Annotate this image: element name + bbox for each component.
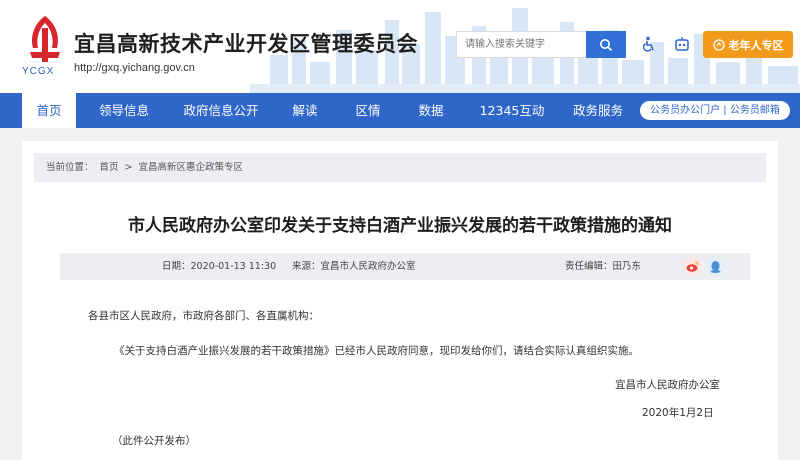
qq-icon — [710, 261, 721, 273]
main-nav: 首页 领导信息 政府信息公开 解读 区情 数据 12345互动 政务服务 公务员… — [0, 93, 800, 128]
nav-item-gov-info[interactable]: 政府信息公开 — [176, 93, 266, 128]
nav-item-interpretation[interactable]: 解读 — [284, 93, 326, 128]
accessibility-button[interactable] — [638, 33, 660, 55]
article-panel: 当前位置： 首页 > 宜昌高新区惠企政策专区 市人民政府办公室印发关于支持白酒产业振兴… — [22, 141, 778, 460]
search-input[interactable] — [456, 31, 586, 58]
meta-date: 日期：2020-01-13 11:30 — [162, 253, 276, 280]
elder-zone-button[interactable]: 老年人专区 — [703, 31, 793, 58]
breadcrumb-home[interactable]: 首页 — [100, 162, 119, 173]
weibo-share-button[interactable] — [683, 257, 702, 276]
qq-share-button[interactable] — [706, 257, 725, 276]
breadcrumb-label: 当前位置： — [46, 162, 94, 173]
robot-icon — [675, 37, 689, 51]
elder-zone-label: 老年人专区 — [728, 38, 784, 52]
nav-item-12345[interactable]: 12345互动 — [474, 93, 550, 128]
breadcrumb: 当前位置： 首页 > 宜昌高新区惠企政策专区 — [34, 153, 766, 182]
weibo-icon — [686, 261, 699, 272]
publish-note: （此件公开发布） — [112, 435, 196, 447]
meta-source: 来源：宜昌市人民政府办公室 — [292, 253, 416, 280]
breadcrumb-current[interactable]: 宜昌高新区惠企政策专区 — [139, 162, 244, 173]
editor-value: 田乃东 — [612, 261, 642, 272]
date-value: 2020-01-13 11:30 — [190, 261, 277, 272]
nav-item-district[interactable]: 区情 — [347, 93, 389, 128]
sign-date: 2020年1月2日 — [642, 407, 714, 419]
robot-assistant-button[interactable] — [671, 33, 693, 55]
search-icon — [600, 38, 613, 51]
accessibility-icon — [642, 36, 654, 52]
date-label: 日期： — [162, 261, 191, 272]
meta-editor: 责任编辑：田乃东 — [565, 253, 641, 280]
salutation: 各县市区人民政府，市政府各部门、各直属机构： — [88, 310, 319, 322]
breadcrumb-separator: > — [124, 162, 133, 173]
nav-item-services[interactable]: 政务服务 — [566, 93, 630, 128]
editor-label: 责任编辑： — [565, 261, 613, 272]
nav-item-home[interactable]: 首页 — [22, 93, 76, 128]
source-value: 宜昌市人民政府办公室 — [320, 261, 416, 272]
site-title[interactable]: 宜昌高新技术产业开发区管理委员会 — [74, 28, 418, 58]
article-meta: 日期：2020-01-13 11:30 来源：宜昌市人民政府办公室 责任编辑：田… — [60, 253, 750, 280]
nav-item-leaders[interactable]: 领导信息 — [93, 93, 155, 128]
site-header: YCGX 宜昌高新技术产业开发区管理委员会 http://gxq.yichang… — [0, 0, 800, 93]
staff-portal-links[interactable]: 公务员办公门户 | 公务员邮箱 — [640, 101, 790, 120]
elder-icon — [712, 38, 725, 51]
ycgx-logo-icon — [30, 16, 60, 62]
body-paragraph: 《关于支持白酒产业振兴发展的若干政策措施》已经市人民政府同意，现印发给你们，请结… — [114, 345, 639, 357]
search-button[interactable] — [586, 31, 626, 58]
logo-caption: YCGX — [22, 66, 55, 77]
source-label: 来源： — [292, 261, 321, 272]
article-title: 市人民政府办公室印发关于支持白酒产业振兴发展的若干政策措施的通知 — [128, 216, 672, 236]
site-url[interactable]: http://gxq.yichang.gov.cn — [74, 62, 195, 74]
nav-item-data[interactable]: 数据 — [410, 93, 452, 128]
signature: 宜昌市人民政府办公室 — [615, 379, 720, 391]
